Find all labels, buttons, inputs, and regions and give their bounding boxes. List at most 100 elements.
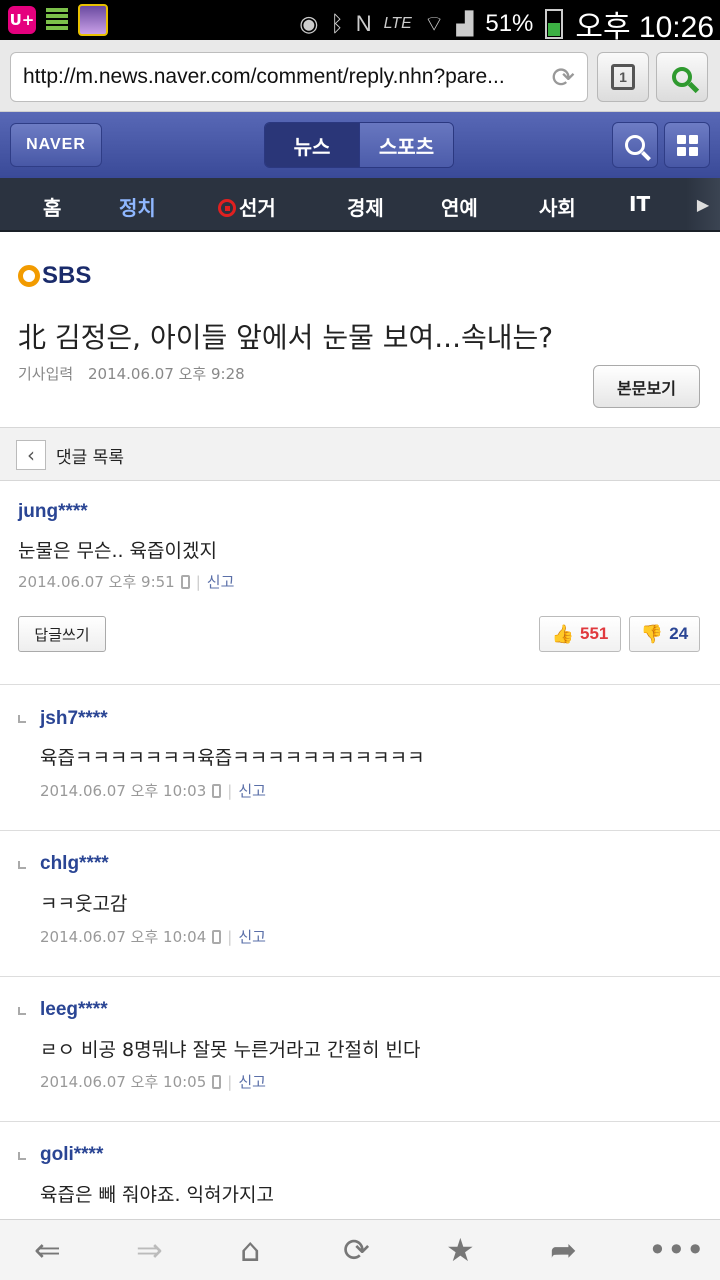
report-link[interactable]: 신고 (207, 571, 235, 592)
category-election[interactable]: 선거 (218, 192, 276, 221)
article-title[interactable]: 北 김정은, 아이들 앞에서 눈물 보여...속내는? (18, 316, 553, 356)
thumbs-up-icon: 👍 (551, 623, 575, 644)
bluetooth-icon: ᛒ (330, 11, 344, 36)
scroll-right-icon[interactable]: ▶ (686, 178, 720, 230)
lte-icon: LTE (383, 15, 412, 32)
search-icon (625, 135, 645, 155)
reply-meta: 2014.06.07 오후 10:03 | 신고 (40, 780, 266, 801)
carrier-icon: U+ (8, 6, 36, 34)
reply-indent-icon (18, 1007, 26, 1015)
naver-header: NAVER 뉴스 스포츠 (0, 112, 720, 178)
reply-text: 육즙은 빼 줘야죠. 익혀가지고 (40, 1184, 274, 1206)
category-nav: 홈 정치 선거 경제 연예 사회 IT ▶ (0, 178, 720, 232)
mobile-icon (212, 783, 222, 798)
search-icon (672, 67, 692, 87)
reply-user[interactable]: goli**** (40, 1144, 103, 1166)
star-icon[interactable]: ★ (446, 1232, 475, 1268)
refresh-icon[interactable]: ⟳ (343, 1232, 370, 1268)
back-icon[interactable]: ‹ (16, 440, 46, 470)
section-switch: 뉴스 스포츠 (264, 122, 454, 168)
menu-button[interactable] (664, 122, 710, 168)
reply-text: ㄹㅇ 비공 8명뭐냐 잘못 누른거라고 간절히 빈다 (40, 1039, 421, 1061)
view-article-button[interactable]: 본문보기 (593, 365, 700, 408)
more-icon[interactable]: ••• (648, 1232, 705, 1268)
category-economy[interactable]: 경제 (347, 192, 384, 221)
naver-search-button[interactable] (612, 122, 658, 168)
browser-toolbar: http://m.news.naver.com/comment/reply.nh… (0, 40, 720, 112)
reply-item: goli**** 육즙은 빼 줘야죠. 익혀가지고 (0, 1122, 720, 1219)
main-comment: jung**** 눈물은 무슨.. 육즙이겠지 2014.06.07 오후 9:… (0, 481, 720, 685)
forward-arrow-icon[interactable]: ⇒ (136, 1232, 163, 1268)
category-it[interactable]: IT (629, 192, 650, 216)
mobile-icon (212, 929, 222, 944)
report-link[interactable]: 신고 (238, 926, 266, 947)
tabs-icon: 1 (611, 64, 635, 90)
comment-text: 눈물은 무슨.. 육즙이겠지 (18, 540, 217, 562)
article-date: 2014.06.07 오후 9:28 (87, 365, 245, 383)
dislike-button[interactable]: 👎 24 (629, 616, 700, 652)
url-field[interactable]: http://m.news.naver.com/comment/reply.nh… (10, 52, 588, 102)
category-election-label: 선거 (239, 196, 276, 220)
back-arrow-icon[interactable]: ⇐ (34, 1232, 61, 1268)
election-icon (218, 199, 236, 217)
category-home[interactable]: 홈 (43, 192, 61, 221)
reload-icon[interactable]: ⟳ (552, 61, 575, 94)
reply-item: jsh7**** 육즙ㅋㅋㅋㅋㅋㅋㅋ육즙ㅋㅋㅋㅋㅋㅋㅋㅋㅋㅋㅋ 2014.06.… (0, 685, 720, 831)
search-button[interactable] (656, 52, 708, 102)
like-count: 551 (580, 624, 609, 643)
eye-icon: ◉ (299, 11, 319, 36)
reply-user[interactable]: leeg**** (40, 999, 108, 1021)
date-label: 기사입력 (18, 365, 74, 383)
comment-list-title: 댓글 목록 (56, 448, 124, 468)
comment-meta: 2014.06.07 오후 9:51 | 신고 (18, 571, 235, 592)
reply-indent-icon (18, 861, 26, 869)
reply-time: 2014.06.07 오후 10:05 (40, 1073, 207, 1091)
source-name: SBS (42, 262, 92, 289)
article-meta: 기사입력 2014.06.07 오후 9:28 (18, 363, 245, 384)
comment-time: 2014.06.07 오후 9:51 (18, 573, 175, 591)
thumbs-down-icon: 👎 (640, 623, 664, 644)
share-icon[interactable]: ➦ (550, 1232, 577, 1268)
reply-item: leeg**** ㄹㅇ 비공 8명뭐냐 잘못 누른거라고 간절히 빈다 2014… (0, 977, 720, 1122)
reply-item: chlg**** ㅋㅋ웃고감 2014.06.07 오후 10:04 | 신고 (0, 831, 720, 977)
category-politics[interactable]: 정치 (119, 192, 156, 221)
reply-time: 2014.06.07 오후 10:03 (40, 782, 207, 800)
category-entertainment[interactable]: 연예 (441, 192, 478, 221)
reply-user[interactable]: jsh7**** (40, 708, 108, 730)
mobile-icon (180, 574, 190, 589)
mobile-icon (212, 1074, 222, 1089)
dislike-count: 24 (669, 624, 689, 643)
home-icon[interactable]: ⌂ (240, 1232, 260, 1268)
reply-user[interactable]: chlg**** (40, 853, 109, 875)
status-bar: U+ ◉ ᛒ N LTE ⌔ ▟ 51% 오후 10:26 (0, 0, 720, 44)
sbs-logo-icon (18, 265, 40, 287)
tab-news[interactable]: 뉴스 (265, 123, 359, 167)
url-text[interactable]: http://m.news.naver.com/comment/reply.nh… (23, 65, 533, 89)
reply-text: 육즙ㅋㅋㅋㅋㅋㅋㅋ육즙ㅋㅋㅋㅋㅋㅋㅋㅋㅋㅋㅋ (40, 747, 425, 769)
grid-icon (676, 134, 698, 156)
reply-meta: 2014.06.07 오후 10:04 | 신고 (40, 926, 266, 947)
app-notification-icon (78, 4, 108, 36)
report-link[interactable]: 신고 (238, 1071, 266, 1092)
report-link[interactable]: 신고 (238, 780, 266, 801)
wifi-icon: ⌔ (423, 11, 445, 36)
naver-logo[interactable]: NAVER (10, 123, 102, 167)
category-society[interactable]: 사회 (539, 192, 576, 221)
browser-bottom-bar: ⇐ ⇒ ⌂ ⟳ ★ ➦ ••• (0, 1219, 720, 1280)
comment-user[interactable]: jung**** (18, 501, 88, 523)
write-reply-button[interactable]: 답글쓰기 (18, 616, 106, 652)
like-button[interactable]: 👍 551 (539, 616, 621, 652)
battery-icon (545, 9, 564, 39)
reply-indent-icon (18, 715, 26, 723)
source-logo: SBS (18, 262, 91, 290)
reply-time: 2014.06.07 오후 10:04 (40, 928, 207, 946)
reply-text: ㅋㅋ웃고감 (40, 893, 128, 915)
nfc-icon: N (355, 11, 372, 36)
signal-icon: ▟ (456, 11, 474, 36)
tabs-button[interactable]: 1 (597, 52, 649, 102)
comment-list-header: ‹ 댓글 목록 (0, 427, 720, 481)
notification-icon (46, 8, 68, 32)
reply-meta: 2014.06.07 오후 10:05 | 신고 (40, 1071, 266, 1092)
tab-sports[interactable]: 스포츠 (359, 123, 453, 167)
reply-indent-icon (18, 1152, 26, 1160)
